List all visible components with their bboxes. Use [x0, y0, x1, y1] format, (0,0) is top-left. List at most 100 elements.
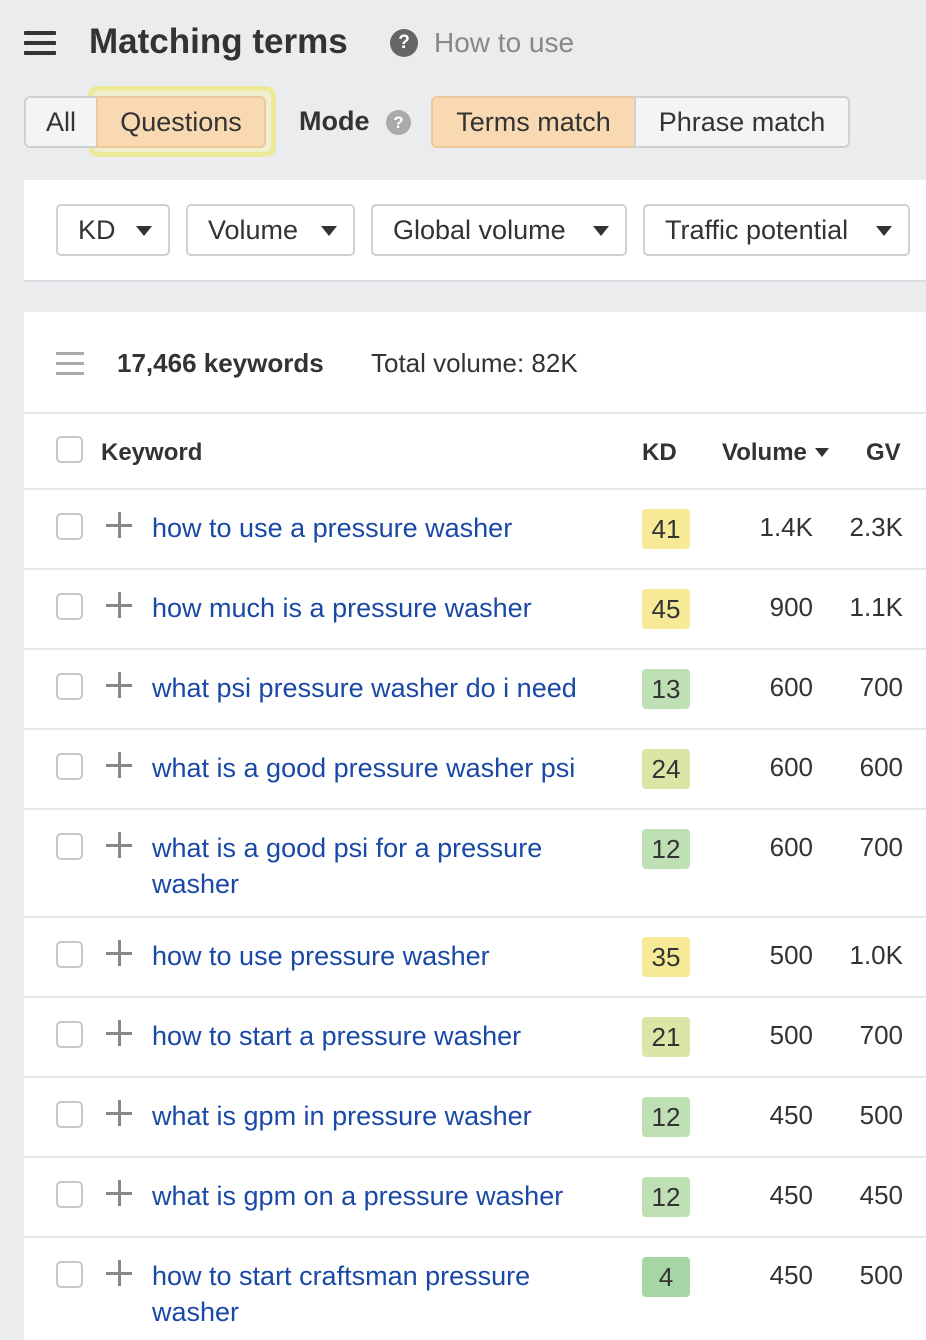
keyword-link[interactable]: what is a good psi for a pressure washer — [152, 830, 602, 902]
keyword-link[interactable]: how to use a pressure washer — [152, 510, 602, 546]
mode-help-icon[interactable]: ? — [386, 110, 411, 135]
filter-volume-label: Volume — [208, 214, 299, 245]
plus-icon[interactable] — [106, 940, 132, 966]
filter-panel: KD Volume Global volume Traffic potentia… — [24, 180, 926, 282]
caret-down-icon — [876, 226, 892, 236]
mode-phrase-match-button[interactable]: Phrase match — [634, 96, 850, 148]
table-row: how to use pressure washer 35 500 1.0K — [24, 918, 926, 998]
kd-badge: 21 — [642, 1017, 690, 1057]
column-header-gv[interactable]: GV — [866, 439, 901, 467]
plus-icon[interactable] — [106, 1260, 132, 1286]
keyword-link[interactable]: what is a good pressure washer psi — [152, 750, 602, 786]
kd-badge: 12 — [642, 829, 690, 869]
keyword-link[interactable]: how to start craftsman pressure washer — [152, 1258, 602, 1330]
tab-all[interactable]: All — [24, 96, 98, 148]
kd-badge: 12 — [642, 1097, 690, 1137]
table-row: how to start craftsman pressure washer 4 4… — [24, 1238, 926, 1340]
table-header: Keyword KD Volume GV — [24, 414, 926, 490]
plus-icon[interactable] — [106, 832, 132, 858]
table-row: how to start a pressure washer 21 500 700 — [24, 998, 926, 1078]
volume-value: 500 — [769, 1020, 813, 1050]
volume-value: 500 — [769, 940, 813, 970]
hamburger-menu-icon[interactable] — [24, 31, 56, 55]
column-header-kd[interactable]: KD — [642, 439, 677, 467]
global-volume-value: 500 — [859, 1260, 903, 1290]
row-checkbox[interactable] — [56, 673, 83, 700]
filter-traffic-potential-dropdown[interactable]: Traffic potential — [643, 204, 910, 256]
column-settings-icon[interactable] — [56, 352, 84, 376]
keyword-count: 17,466 keywords — [117, 348, 324, 378]
tab-questions[interactable]: Questions — [96, 96, 266, 148]
filter-traffic-potential-label: Traffic potential — [665, 214, 849, 245]
kd-badge: 41 — [642, 509, 690, 549]
plus-icon[interactable] — [106, 752, 132, 778]
keyword-link[interactable]: what is gpm in pressure washer — [152, 1098, 602, 1134]
global-volume-value: 2.3K — [849, 512, 904, 542]
kd-badge: 35 — [642, 937, 690, 977]
page-header: Matching terms ? How to use — [0, 0, 926, 86]
row-checkbox[interactable] — [56, 753, 83, 780]
global-volume-value: 500 — [859, 1100, 903, 1130]
caret-down-icon — [593, 226, 609, 236]
keyword-link[interactable]: what is gpm on a pressure washer — [152, 1178, 602, 1214]
row-checkbox[interactable] — [56, 1181, 83, 1208]
row-checkbox[interactable] — [56, 941, 83, 968]
plus-icon[interactable] — [106, 1100, 132, 1126]
volume-value: 450 — [769, 1100, 813, 1130]
global-volume-value: 600 — [859, 752, 903, 782]
volume-value: 600 — [769, 752, 813, 782]
volume-value: 450 — [769, 1260, 813, 1290]
filter-global-volume-dropdown[interactable]: Global volume — [371, 204, 627, 256]
how-to-use-link[interactable]: How to use — [434, 27, 574, 59]
table-row: what is gpm in pressure washer 12 450 500 — [24, 1078, 926, 1158]
row-checkbox[interactable] — [56, 1101, 83, 1128]
global-volume-value: 700 — [859, 1020, 903, 1050]
kd-badge: 4 — [642, 1257, 690, 1297]
plus-icon[interactable] — [106, 592, 132, 618]
global-volume-value: 1.1K — [849, 592, 904, 622]
filter-global-volume-label: Global volume — [393, 214, 566, 245]
volume-value: 600 — [769, 672, 813, 702]
select-all-checkbox[interactable] — [56, 436, 83, 463]
plus-icon[interactable] — [106, 1020, 132, 1046]
plus-icon[interactable] — [106, 512, 132, 538]
column-header-keyword[interactable]: Keyword — [101, 439, 202, 467]
kd-badge: 12 — [642, 1177, 690, 1217]
table-row: how much is a pressure washer 45 900 1.1K — [24, 570, 926, 650]
mode-terms-match-button[interactable]: Terms match — [431, 96, 636, 148]
row-checkbox[interactable] — [56, 833, 83, 860]
table-row: how to use a pressure washer 41 1.4K 2.3K — [24, 490, 926, 570]
keyword-link[interactable]: how much is a pressure washer — [152, 590, 602, 626]
global-volume-value: 1.0K — [849, 940, 904, 970]
total-volume: Total volume: 82K — [371, 348, 578, 378]
keyword-link[interactable]: what psi pressure washer do i need — [152, 670, 602, 706]
plus-icon[interactable] — [106, 672, 132, 698]
plus-icon[interactable] — [106, 1180, 132, 1206]
kd-badge: 45 — [642, 589, 690, 629]
help-icon[interactable]: ? — [390, 29, 418, 57]
keyword-link[interactable]: how to use pressure washer — [152, 938, 602, 974]
global-volume-value: 700 — [859, 672, 903, 702]
filter-kd-dropdown[interactable]: KD — [56, 204, 170, 256]
column-header-volume[interactable]: Volume — [722, 439, 829, 467]
row-checkbox[interactable] — [56, 593, 83, 620]
caret-down-icon — [136, 226, 152, 236]
keyword-type-tabs: All Questions — [24, 96, 266, 148]
volume-value: 1.4K — [759, 512, 814, 542]
table-row: what is a good pressure washer psi 24 600 6… — [24, 730, 926, 810]
sort-caret-down-icon — [814, 448, 829, 457]
keyword-link[interactable]: how to start a pressure washer — [152, 1018, 602, 1054]
row-checkbox[interactable] — [56, 513, 83, 540]
volume-value: 600 — [769, 832, 813, 862]
table-row: what is a good psi for a pressure washer… — [24, 810, 926, 918]
row-checkbox[interactable] — [56, 1261, 83, 1288]
row-checkbox[interactable] — [56, 1021, 83, 1048]
results-summary: 17,466 keywords Total volume: 82K — [24, 312, 926, 414]
table-row: what is gpm on a pressure washer 12 450 450 — [24, 1158, 926, 1238]
column-header-volume-label: Volume — [722, 439, 807, 466]
kd-badge: 13 — [642, 669, 690, 709]
global-volume-value: 700 — [859, 832, 903, 862]
table-row: what psi pressure washer do i need 13 600 7… — [24, 650, 926, 730]
filter-kd-label: KD — [78, 214, 116, 245]
filter-volume-dropdown[interactable]: Volume — [186, 204, 355, 256]
